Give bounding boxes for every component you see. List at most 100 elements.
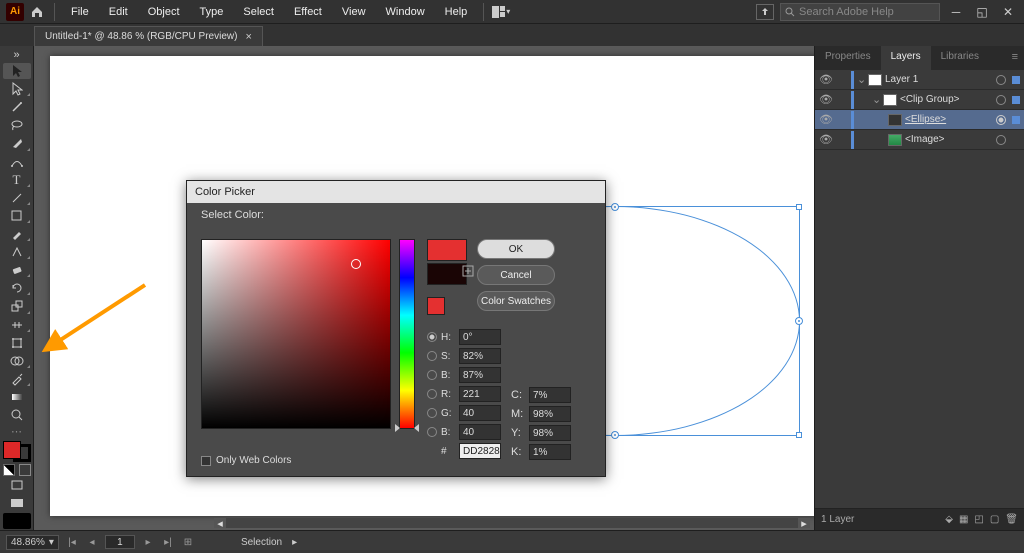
menu-view[interactable]: View (334, 3, 374, 21)
target-icon[interactable] (996, 75, 1006, 85)
hex-input[interactable]: DD2828 (459, 443, 501, 459)
arrange-docs-icon[interactable]: ▾ (492, 5, 510, 19)
menu-edit[interactable]: Edit (101, 3, 136, 21)
draw-mode-icon[interactable] (3, 477, 31, 493)
magenta-input[interactable]: 98% (529, 406, 571, 422)
locate-object-icon[interactable]: ⬙ (945, 514, 953, 525)
toolbar-expand-icon[interactable]: » (3, 49, 31, 61)
window-minimize-icon[interactable]: ─ (946, 5, 966, 19)
swap-colors-icon[interactable] (19, 464, 31, 476)
window-close-icon[interactable]: ✕ (998, 5, 1018, 19)
menu-object[interactable]: Object (140, 3, 188, 21)
gradient-tool[interactable] (3, 389, 31, 405)
green-input[interactable]: 40 (459, 405, 501, 421)
horizontal-scrollbar[interactable]: ◂ ▸ (214, 518, 810, 528)
curvature-tool[interactable] (3, 154, 31, 170)
last-artboard-icon[interactable]: ▸| (161, 535, 175, 549)
app-logo[interactable]: Ai (6, 3, 24, 21)
menu-file[interactable]: File (63, 3, 97, 21)
visibility-icon[interactable]: 👁 (819, 113, 833, 126)
screen-mode-icon[interactable] (3, 495, 31, 511)
visibility-icon[interactable]: 👁 (819, 73, 833, 86)
color-swatches-button[interactable]: Color Swatches (477, 291, 555, 311)
cancel-button[interactable]: Cancel (477, 265, 555, 285)
target-icon[interactable] (996, 95, 1006, 105)
hue-input[interactable]: 0° (459, 329, 501, 345)
menu-help[interactable]: Help (437, 3, 476, 21)
visibility-icon[interactable]: 👁 (819, 133, 833, 146)
layer-row[interactable]: 👁 ⌄Layer 1 (815, 70, 1024, 90)
layer-row[interactable]: 👁 <Ellipse> (815, 110, 1024, 130)
target-icon[interactable] (996, 135, 1006, 145)
lasso-tool[interactable] (3, 117, 31, 133)
zoom-dropdown[interactable]: 48.86%▾ (6, 535, 59, 550)
artboard-number-input[interactable] (105, 535, 135, 549)
window-restore-icon[interactable]: ◱ (972, 5, 992, 19)
menu-effect[interactable]: Effect (286, 3, 330, 21)
eraser-tool[interactable] (3, 262, 31, 278)
black-input[interactable]: 1% (529, 444, 571, 460)
line-tool[interactable] (3, 190, 31, 206)
add-to-library-icon[interactable] (462, 265, 474, 277)
tab-layers[interactable]: Layers (881, 46, 931, 70)
visibility-icon[interactable]: 👁 (819, 93, 833, 106)
menu-window[interactable]: Window (378, 3, 433, 21)
delete-layer-icon[interactable]: 🗑 (1005, 514, 1018, 525)
dialog-titlebar[interactable]: Color Picker (187, 181, 605, 203)
next-artboard-icon[interactable]: ▸ (141, 535, 155, 549)
hue-slider[interactable] (399, 239, 415, 429)
tab-properties[interactable]: Properties (815, 46, 881, 70)
cyan-input[interactable]: 7% (529, 387, 571, 403)
fill-stroke-swatch[interactable] (3, 441, 31, 462)
share-icon[interactable] (756, 4, 774, 20)
rotate-tool[interactable] (3, 280, 31, 296)
layer-row[interactable]: 👁 ⌄<Clip Group> (815, 90, 1024, 110)
shape-builder-tool[interactable] (3, 353, 31, 369)
width-tool[interactable] (3, 317, 31, 333)
target-icon[interactable] (996, 115, 1006, 125)
free-transform-tool[interactable] (3, 335, 31, 351)
prev-artboard-icon[interactable]: ◂ (85, 535, 99, 549)
bri-input[interactable]: 87% (459, 367, 501, 383)
menu-select[interactable]: Select (235, 3, 282, 21)
menu-type[interactable]: Type (192, 3, 232, 21)
yellow-input[interactable]: 98% (529, 425, 571, 441)
color-mode-icon[interactable] (3, 464, 15, 476)
red-radio[interactable] (427, 389, 437, 399)
brush-tool[interactable] (3, 226, 31, 242)
document-tab[interactable]: Untitled-1* @ 48.86 % (RGB/CPU Preview) … (34, 26, 263, 46)
first-artboard-icon[interactable]: |◂ (65, 535, 79, 549)
bri-radio[interactable] (427, 370, 437, 380)
red-input[interactable]: 221 (459, 386, 501, 402)
panel-menu-icon[interactable]: ≡ (1006, 46, 1024, 70)
color-black-swatch[interactable] (3, 513, 31, 529)
sat-radio[interactable] (427, 351, 437, 361)
scale-tool[interactable] (3, 298, 31, 314)
shaper-tool[interactable] (3, 244, 31, 260)
selection-tool[interactable] (3, 63, 31, 79)
magic-wand-tool[interactable] (3, 99, 31, 115)
edit-toolbar-icon[interactable]: ⋯ (3, 425, 31, 438)
eyedropper-tool[interactable] (3, 371, 31, 387)
zoom-tool[interactable] (3, 407, 31, 423)
hue-radio[interactable] (427, 332, 437, 342)
new-sublayer-icon[interactable]: ◰ (974, 514, 983, 525)
home-icon[interactable] (28, 3, 46, 21)
only-web-colors-checkbox[interactable] (201, 456, 211, 466)
websafe-color-swatch[interactable] (427, 297, 445, 315)
close-icon[interactable]: × (245, 31, 251, 43)
green-radio[interactable] (427, 408, 437, 418)
search-input[interactable]: Search Adobe Help (780, 3, 940, 21)
layer-row[interactable]: 👁 <Image> (815, 130, 1024, 150)
pen-tool[interactable] (3, 135, 31, 151)
fill-color-swatch[interactable] (3, 441, 21, 459)
ok-button[interactable]: OK (477, 239, 555, 259)
blue-radio[interactable] (427, 427, 437, 437)
artboard-nav-icon[interactable]: ⊞ (181, 535, 195, 549)
make-clipping-mask-icon[interactable]: ▦ (959, 514, 968, 525)
direct-selection-tool[interactable] (3, 81, 31, 97)
sat-input[interactable]: 82% (459, 348, 501, 364)
saturation-brightness-field[interactable] (201, 239, 391, 429)
rectangle-tool[interactable] (3, 208, 31, 224)
blue-input[interactable]: 40 (459, 424, 501, 440)
